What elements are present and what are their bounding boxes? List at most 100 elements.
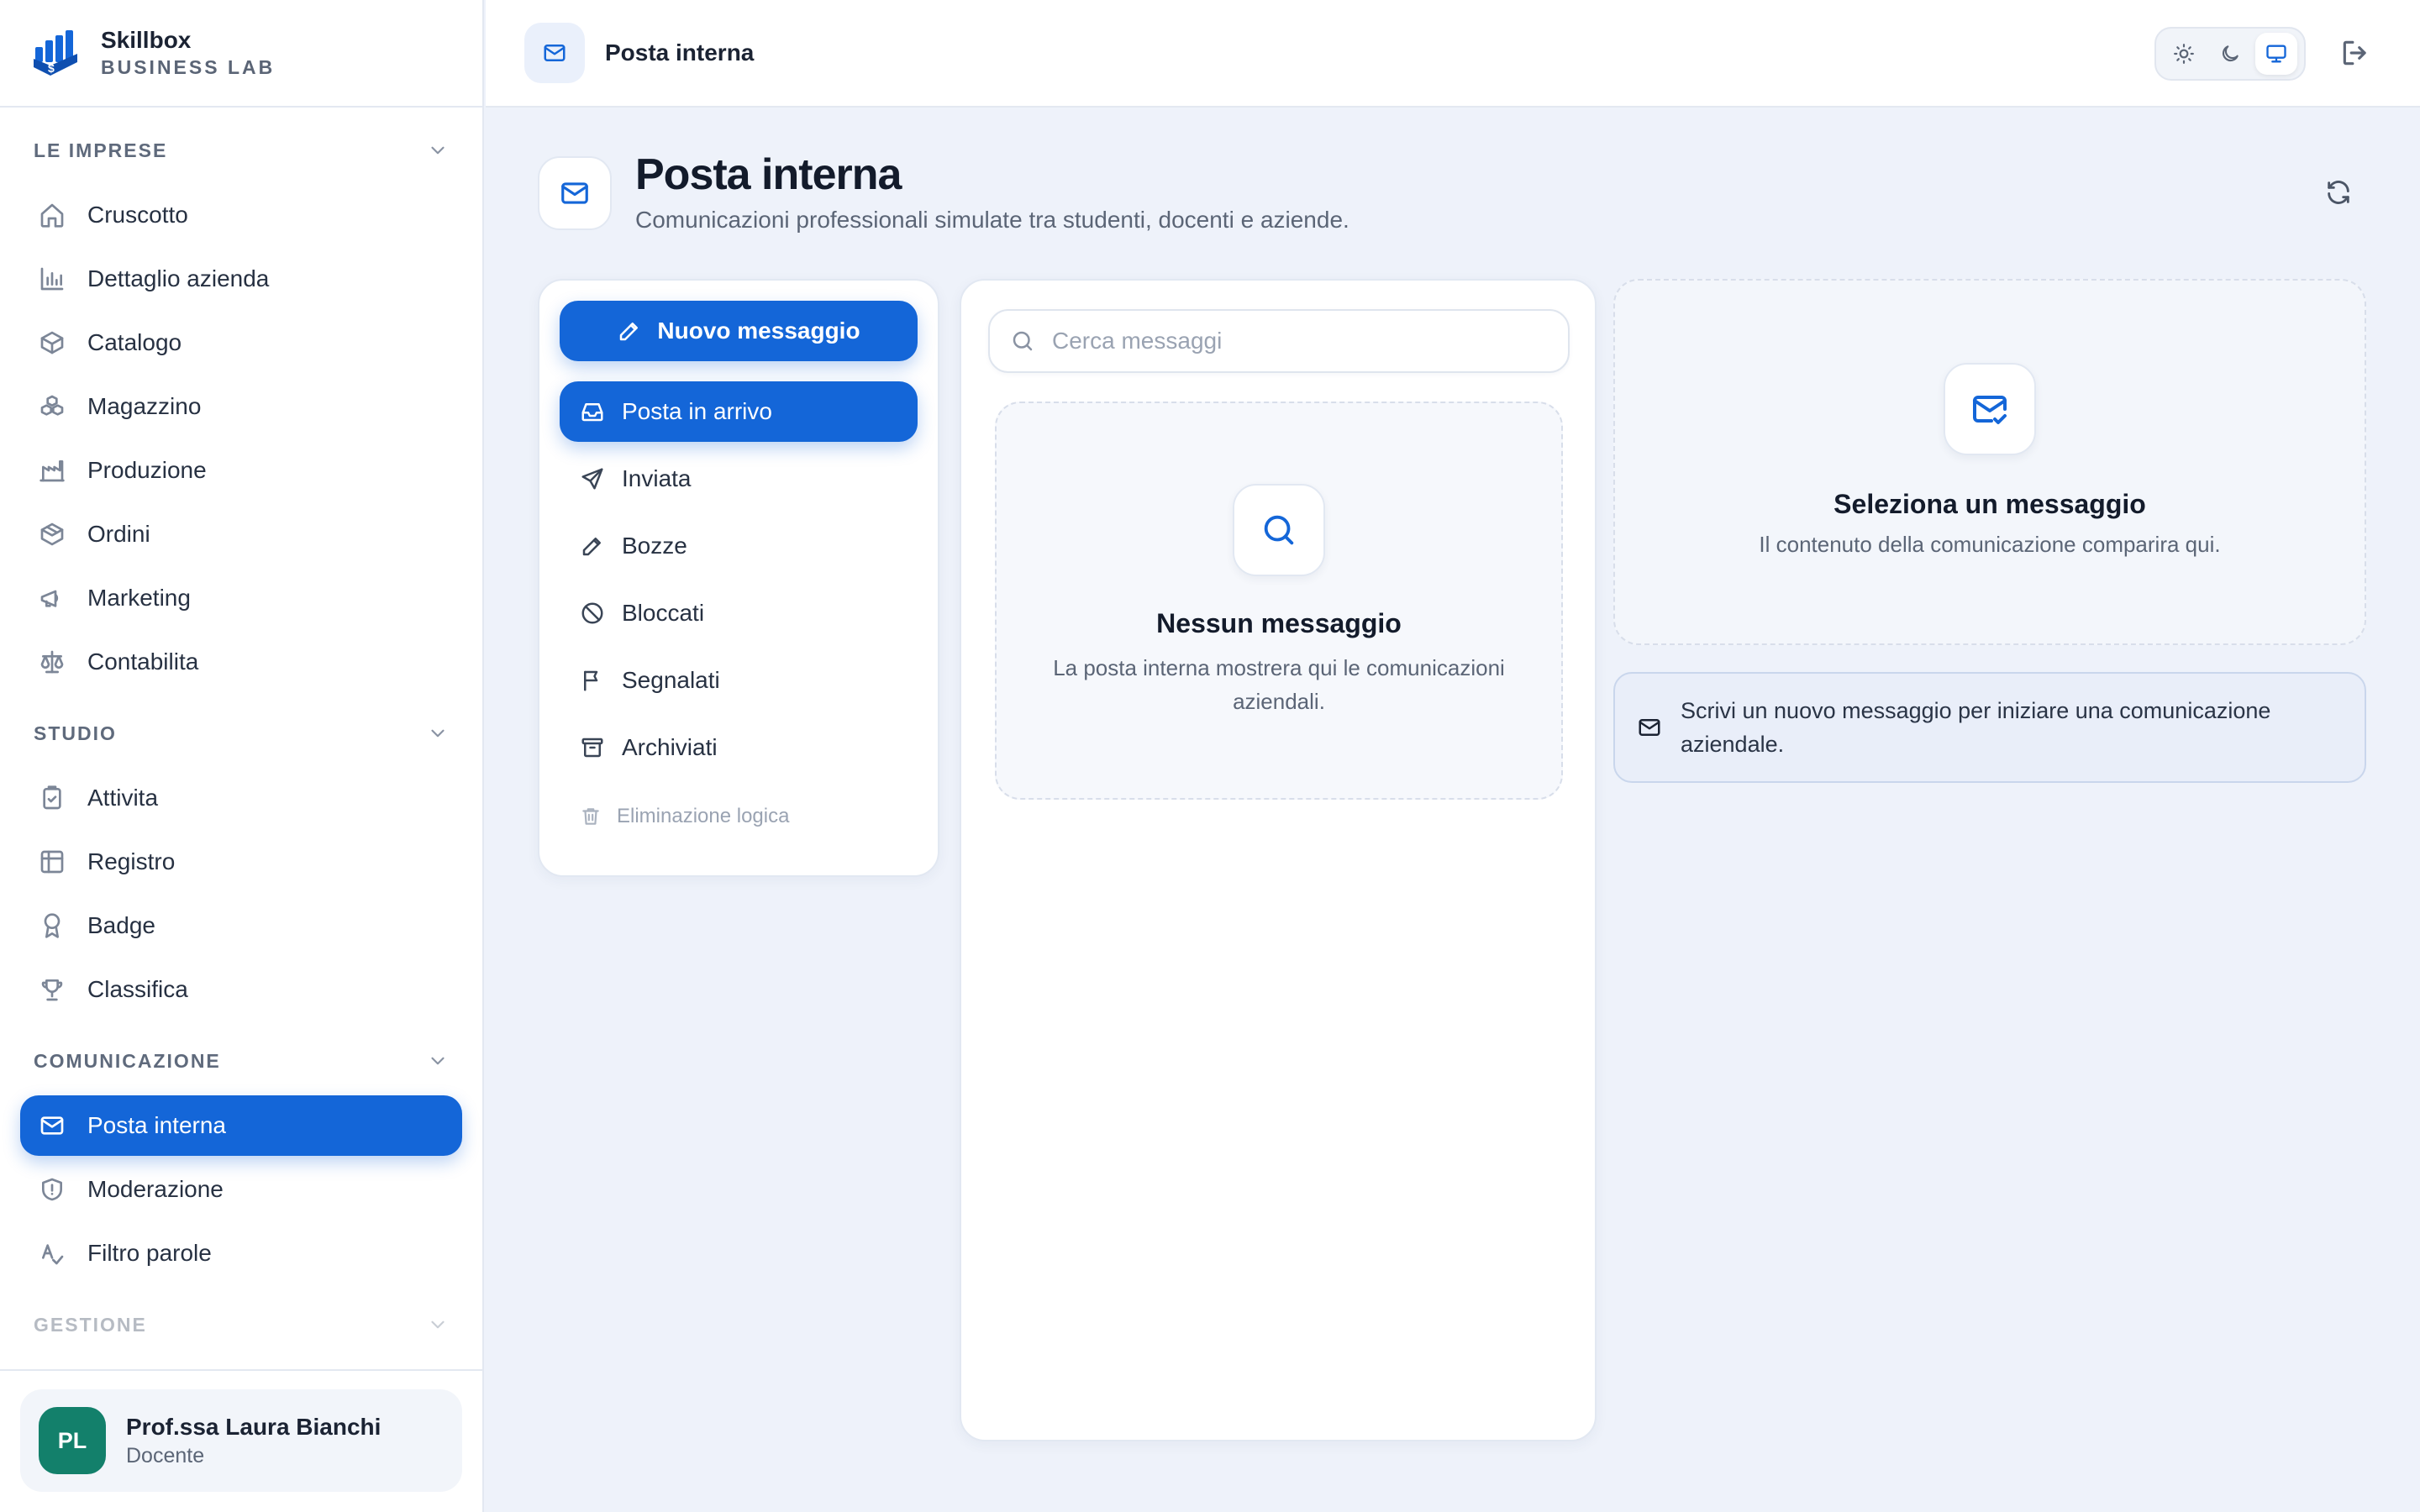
folder-inbox[interactable]: Posta in arrivo xyxy=(560,381,918,442)
sidebar-divider xyxy=(0,1369,482,1371)
archive-icon xyxy=(581,738,603,758)
search-input[interactable] xyxy=(1052,328,1556,354)
sidebar-item-filtro-parole[interactable]: Filtro parole xyxy=(20,1223,462,1284)
box-icon xyxy=(40,331,64,354)
theme-switch xyxy=(2154,27,2306,81)
logout-button[interactable] xyxy=(2339,37,2371,69)
sidebar-item-label: Marketing xyxy=(87,585,191,611)
folder-drafts[interactable]: Bozze xyxy=(560,516,918,576)
factory-icon xyxy=(39,460,65,482)
ban-icon xyxy=(581,602,603,624)
sidebar-item-label: Ordini xyxy=(87,521,150,547)
logic-delete-note: Eliminazione logica xyxy=(560,805,918,828)
sidebar-item-ordini[interactable]: Ordini xyxy=(20,504,462,564)
shield-alert-icon xyxy=(42,1178,62,1201)
section-le-imprese[interactable]: LE IMPRESE xyxy=(0,131,482,170)
new-message-button[interactable]: Nuovo messaggio xyxy=(560,301,918,361)
empty-list-text: La posta interna mostrera qui le comunic… xyxy=(1053,655,1505,714)
sidebar-item-moderazione[interactable]: Moderazione xyxy=(20,1159,462,1220)
clipboard-check-icon xyxy=(43,785,61,810)
sidebar-item-marketing[interactable]: Marketing xyxy=(20,568,462,628)
trash-icon xyxy=(582,808,599,825)
sidebar-item-label: Classifica xyxy=(87,976,188,1002)
award-icon xyxy=(44,913,60,938)
search-box[interactable] xyxy=(988,309,1570,373)
reader-empty-text: Il contenuto della comunicazione compari… xyxy=(1759,532,2221,557)
reader-mail-badge xyxy=(1944,363,2036,455)
refresh-button[interactable] xyxy=(2324,178,2353,207)
section-title: STUDIO xyxy=(34,722,117,744)
sidebar-item-label: Contabilita xyxy=(87,648,199,675)
chevron-down-icon xyxy=(431,146,445,155)
theme-dark-button[interactable] xyxy=(2209,33,2251,75)
folder-sent[interactable]: Inviata xyxy=(560,449,918,509)
section-studio[interactable]: STUDIO xyxy=(0,714,482,753)
sidebar-item-magazzino[interactable]: Magazzino xyxy=(20,376,462,437)
mail-check-icon xyxy=(1973,396,2007,424)
moon-icon xyxy=(2222,45,2238,62)
pencil-icon xyxy=(620,323,639,341)
skillbox-logo-icon: $ xyxy=(34,30,77,76)
sidebar: $ Skillbox BUSINESS LAB LE IMPRESE Crusc… xyxy=(0,0,484,1512)
topbar: Posta interna xyxy=(486,0,2420,108)
refresh-icon xyxy=(2328,181,2349,204)
brand[interactable]: $ Skillbox BUSINESS LAB xyxy=(0,0,482,108)
user-name: Prof.ssa Laura Bianchi xyxy=(126,1414,381,1440)
folder-label: Posta in arrivo xyxy=(622,398,772,424)
sidebar-item-catalogo[interactable]: Catalogo xyxy=(20,312,462,373)
sidebar-item-label: Posta interna xyxy=(87,1112,226,1138)
folder-label: Inviata xyxy=(622,465,692,491)
folders-panel: Nuovo messaggio Posta in arrivo Inviata … xyxy=(538,279,939,877)
section-comunicazione[interactable]: COMUNICAZIONE xyxy=(0,1042,482,1080)
mail-icon xyxy=(1639,719,1660,736)
folder-archived[interactable]: Archiviati xyxy=(560,717,918,778)
sidebar-item-cruscotto[interactable]: Cruscotto xyxy=(20,185,462,245)
sidebar-item-classifica[interactable]: Classifica xyxy=(20,959,462,1020)
sidebar-item-posta-interna[interactable]: Posta interna xyxy=(20,1095,462,1156)
topbar-mail-badge xyxy=(524,23,585,83)
bar-chart-icon xyxy=(40,267,64,291)
mail-icon xyxy=(40,1116,64,1135)
compose-hint-text: Scrivi un nuovo messaggio per iniziare u… xyxy=(1681,698,2271,757)
trophy-icon xyxy=(41,979,63,1001)
new-message-label: Nuovo messaggio xyxy=(657,318,860,344)
flag-icon xyxy=(584,670,598,691)
sidebar-item-dettaglio-azienda[interactable]: Dettaglio azienda xyxy=(20,249,462,309)
sidebar-item-label: Filtro parole xyxy=(87,1240,212,1266)
sidebar-item-label: Badge xyxy=(87,912,155,938)
chevron-down-icon xyxy=(431,729,445,738)
section-title: COMUNICAZIONE xyxy=(34,1049,221,1072)
home-icon xyxy=(40,203,64,228)
brand-subtitle: BUSINESS LAB xyxy=(101,56,276,78)
message-reader-panel: Seleziona un messaggio Il contenuto dell… xyxy=(1613,279,2366,645)
folder-flagged[interactable]: Segnalati xyxy=(560,650,918,711)
sidebar-item-label: Catalogo xyxy=(87,329,182,355)
sidebar-item-produzione[interactable]: Produzione xyxy=(20,440,462,501)
sidebar-item-label: Registro xyxy=(87,848,176,874)
folder-label: Bozze xyxy=(622,533,687,559)
chevron-down-icon xyxy=(431,1057,445,1065)
scale-icon xyxy=(40,650,64,674)
section-gestione[interactable]: GESTIONE xyxy=(0,1305,482,1344)
theme-system-button[interactable] xyxy=(2254,33,2297,75)
empty-list-state: Nessun messaggio La posta interna mostre… xyxy=(995,402,1563,800)
sidebar-item-contabilita[interactable]: Contabilita xyxy=(20,632,462,692)
sidebar-item-attivita[interactable]: Attivita xyxy=(20,768,462,828)
user-card[interactable]: PL Prof.ssa Laura Bianchi Docente xyxy=(20,1389,462,1492)
sidebar-item-badge[interactable]: Badge xyxy=(20,895,462,956)
pencil-icon xyxy=(582,538,601,556)
send-icon xyxy=(581,468,603,490)
logic-delete-label: Eliminazione logica xyxy=(617,805,790,827)
folder-blocked[interactable]: Bloccati xyxy=(560,583,918,643)
inbox-icon xyxy=(581,403,603,422)
sidebar-item-registro[interactable]: Registro xyxy=(20,832,462,892)
theme-light-button[interactable] xyxy=(2163,33,2205,75)
brand-name: Skillbox xyxy=(101,27,192,53)
topbar-title: Posta interna xyxy=(605,39,755,66)
sidebar-item-label: Cruscotto xyxy=(87,202,188,228)
page-subtitle: Comunicazioni professionali simulate tra… xyxy=(635,207,1349,233)
section-title: GESTIONE xyxy=(34,1313,147,1336)
message-list-panel: Nessun messaggio La posta interna mostre… xyxy=(960,279,1597,1441)
boxes-icon xyxy=(40,395,64,416)
monitor-icon xyxy=(2265,45,2286,63)
